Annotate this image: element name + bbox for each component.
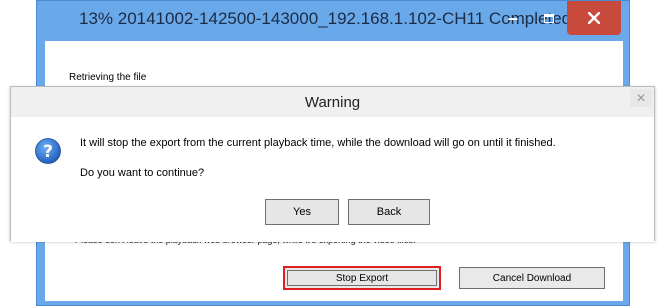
back-button[interactable]: Back [348,199,430,225]
svg-text:?: ? [43,142,53,162]
cancel-download-button[interactable]: Cancel Download [459,267,605,289]
close-button[interactable] [567,1,621,35]
minimize-icon: – [507,7,518,28]
dialog-title: Warning [304,94,361,111]
dialog-message: It will stop the export from the current… [80,137,556,149]
status-text: Retrieving the file [69,72,147,83]
cancel-download-label: Cancel Download [492,272,572,284]
minimize-button[interactable]: – [495,1,531,35]
yes-label: Yes [293,206,311,218]
yes-button[interactable]: Yes [265,199,339,225]
warning-dialog: Warning ✕ ? It will stop the export from… [10,86,655,242]
close-icon: ✕ [635,91,647,105]
question-icon: ? [35,138,61,164]
dialog-question: Do you want to continue? [80,167,205,179]
dialog-body: ? It will stop the export from the curre… [11,117,654,242]
dialog-titlebar[interactable]: Warning ✕ [11,87,654,117]
back-label: Back [376,206,402,218]
stop-export-label: Stop Export [335,272,389,284]
maximize-button[interactable] [531,1,567,35]
dialog-close-button[interactable]: ✕ [630,89,652,107]
close-icon [588,12,600,24]
window-titlebar[interactable]: 13% 20141002-142500-143000_192.168.1.102… [37,1,629,41]
stop-export-button[interactable]: Stop Export [283,266,441,290]
maximize-icon [544,13,554,23]
